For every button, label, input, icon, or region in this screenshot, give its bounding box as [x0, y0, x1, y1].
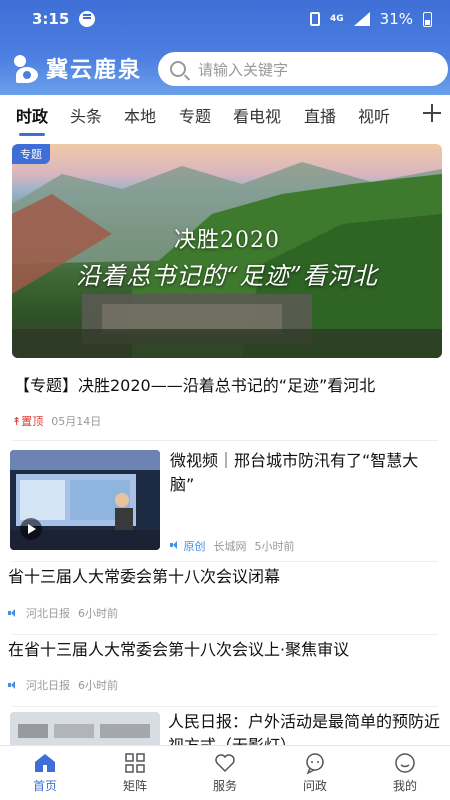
category-tabs: 时政 头条 本地 专题 看电视 直播 视听 — [0, 95, 450, 135]
pin-text: 置顶 — [21, 415, 44, 428]
bottom-navigation: 首页 矩阵 服务 问政 我的 — [0, 745, 450, 800]
message-notification-icon — [79, 11, 96, 27]
status-indicators: 4G 31% — [310, 10, 432, 28]
user-icon — [395, 753, 415, 773]
search-box[interactable]: 请输入关键字 — [158, 52, 448, 86]
tab-shizheng[interactable]: 时政 — [16, 103, 48, 127]
news-title[interactable]: 人民日报：户外活动是最简单的预防近视方式（无影灯） — [168, 710, 440, 745]
featured-date: 05月14日 — [51, 415, 102, 428]
nav-service[interactable]: 服务 — [180, 746, 270, 800]
original-tag: 原创 — [170, 538, 206, 554]
tab-kandianshi[interactable]: 看电视 — [233, 103, 281, 127]
divider — [12, 440, 438, 441]
vibrate-icon — [310, 12, 320, 26]
divider — [12, 706, 438, 707]
video-thumbnail[interactable] — [10, 450, 160, 550]
nav-inquiry[interactable]: 问政 — [270, 746, 360, 800]
add-tab-icon[interactable] — [420, 101, 444, 125]
logo-icon — [14, 53, 40, 83]
featured-banner[interactable]: 专题 决胜2020 沿着总书记的“足迹”看河北 — [12, 144, 442, 358]
speaker-icon — [8, 608, 18, 618]
news-meta: 河北日报 6小时前 — [8, 677, 118, 693]
news-source: 河北日报 — [26, 607, 70, 620]
nav-mine[interactable]: 我的 — [360, 746, 450, 800]
video-time: 5小时前 — [254, 540, 295, 553]
network-type: 4G — [330, 14, 344, 24]
nav-matrix-label: 矩阵 — [122, 779, 147, 793]
video-meta: 原创 长城网 5小时前 — [170, 538, 295, 554]
app-name: 冀云鹿泉 — [46, 57, 143, 83]
featured-meta: ↟置顶 05月14日 — [12, 413, 101, 429]
news-time: 6小时前 — [78, 679, 118, 692]
news-time: 6小时前 — [78, 607, 118, 620]
nav-mine-label: 我的 — [392, 779, 417, 793]
pinned-label: ↟置顶 — [12, 413, 43, 429]
search-placeholder: 请输入关键字 — [198, 60, 289, 79]
grid-icon — [125, 753, 145, 773]
battery-percent: 31% — [379, 10, 413, 28]
search-icon — [170, 61, 186, 77]
home-icon — [35, 754, 55, 772]
tab-zhibo[interactable]: 直播 — [304, 103, 336, 127]
chat-icon — [306, 753, 324, 774]
nav-service-label: 服务 — [212, 779, 237, 793]
banner-subtitle: 沿着总书记的“足迹”看河北 — [76, 262, 378, 290]
nav-home[interactable]: 首页 — [0, 746, 90, 800]
news-source: 河北日报 — [26, 679, 70, 692]
topic-badge: 专题 — [12, 144, 50, 164]
speaker-icon — [8, 680, 18, 690]
status-bar: 3:15 4G 31% — [0, 0, 450, 38]
play-icon — [20, 518, 42, 540]
tab-toutiao[interactable]: 头条 — [70, 103, 102, 127]
blurred-chart-image — [18, 724, 150, 738]
app-logo: 冀云鹿泉 — [14, 52, 142, 84]
status-time: 3:15 — [32, 10, 70, 28]
divider — [12, 634, 438, 635]
news-title[interactable]: 在省十三届人大常委会第十八次会议上·聚焦审议 — [8, 638, 438, 662]
tab-bendi[interactable]: 本地 — [124, 103, 156, 127]
speaker-icon — [170, 540, 180, 550]
nav-inquiry-label: 问政 — [302, 779, 327, 793]
signal-icon — [353, 12, 370, 26]
news-feed: 专题 决胜2020 沿着总书记的“足迹”看河北 【专题】决胜2020——沿着总书… — [0, 138, 450, 745]
news-thumbnail[interactable] — [10, 712, 160, 745]
nav-home-label: 首页 — [32, 779, 57, 793]
featured-headline[interactable]: 【专题】决胜2020——沿着总书记的“足迹”看河北 — [14, 372, 434, 396]
divider — [12, 561, 438, 562]
original-tag-text: 原创 — [183, 540, 206, 553]
app-header: 冀云鹿泉 请输入关键字 — [0, 44, 450, 92]
news-meta: 河北日报 6小时前 — [8, 605, 118, 621]
tab-shiting[interactable]: 视听 — [358, 103, 390, 127]
banner-title: 决胜2020 — [174, 228, 280, 253]
nav-matrix[interactable]: 矩阵 — [90, 746, 180, 800]
video-source: 长城网 — [213, 540, 247, 553]
battery-icon — [423, 11, 432, 27]
pin-arrow-icon: ↟ — [12, 415, 22, 428]
tab-zhuanti[interactable]: 专题 — [179, 103, 211, 127]
video-title[interactable]: 微视频｜邢台城市防汛有了“智慧大脑” — [170, 449, 438, 497]
news-title[interactable]: 省十三届人大常委会第十八次会议闭幕 — [8, 565, 438, 589]
heart-icon — [215, 754, 235, 773]
